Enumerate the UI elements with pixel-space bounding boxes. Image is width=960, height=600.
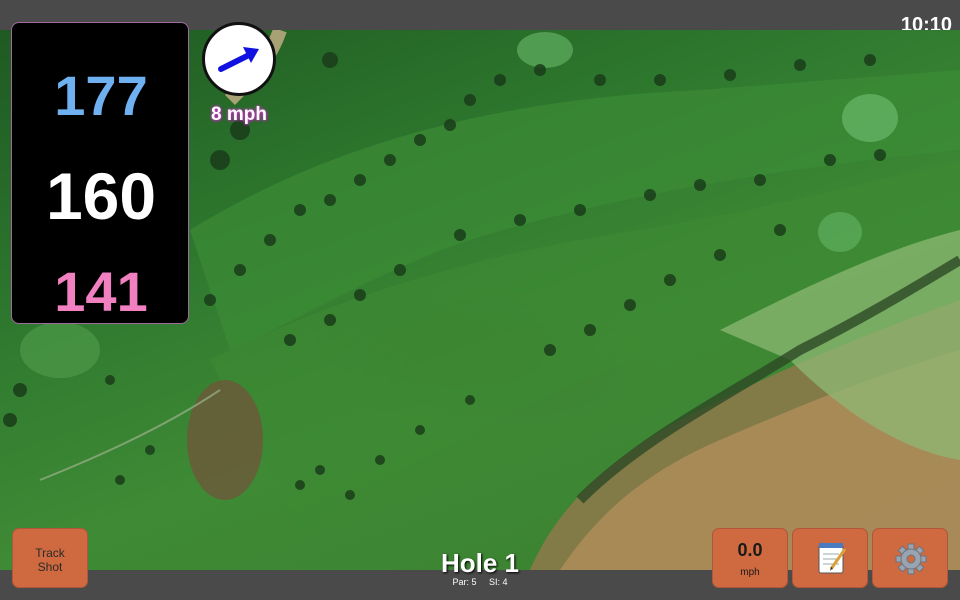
arrow-icon <box>218 47 259 72</box>
hole-title: Hole 1 <box>440 548 520 578</box>
speed-button[interactable]: 0.0 mph <box>712 528 788 588</box>
track-shot-button[interactable]: Track Shot <box>12 528 88 588</box>
track-shot-label-1: Track <box>35 546 65 560</box>
speed-value: 0.0 <box>737 540 763 560</box>
hole-meta: Par: 5 SI: 4 <box>380 577 580 587</box>
speed-unit: mph <box>740 567 760 578</box>
hole-par: Par: 5 <box>452 577 477 587</box>
distance-panel: 177 160 141 <box>11 22 189 324</box>
wind-indicator <box>202 22 276 96</box>
track-shot-label-2: Shot <box>37 560 63 574</box>
distance-center: 160 <box>45 159 157 233</box>
settings-button[interactable] <box>872 528 948 588</box>
wind-speed: 8 mph <box>211 104 267 125</box>
hole-si: SI: 4 <box>489 577 508 587</box>
distance-back: 177 <box>54 64 148 127</box>
notes-button[interactable] <box>792 528 868 588</box>
gear-icon <box>895 543 927 575</box>
notepad-icon <box>818 543 847 574</box>
distance-front: 141 <box>54 260 148 323</box>
